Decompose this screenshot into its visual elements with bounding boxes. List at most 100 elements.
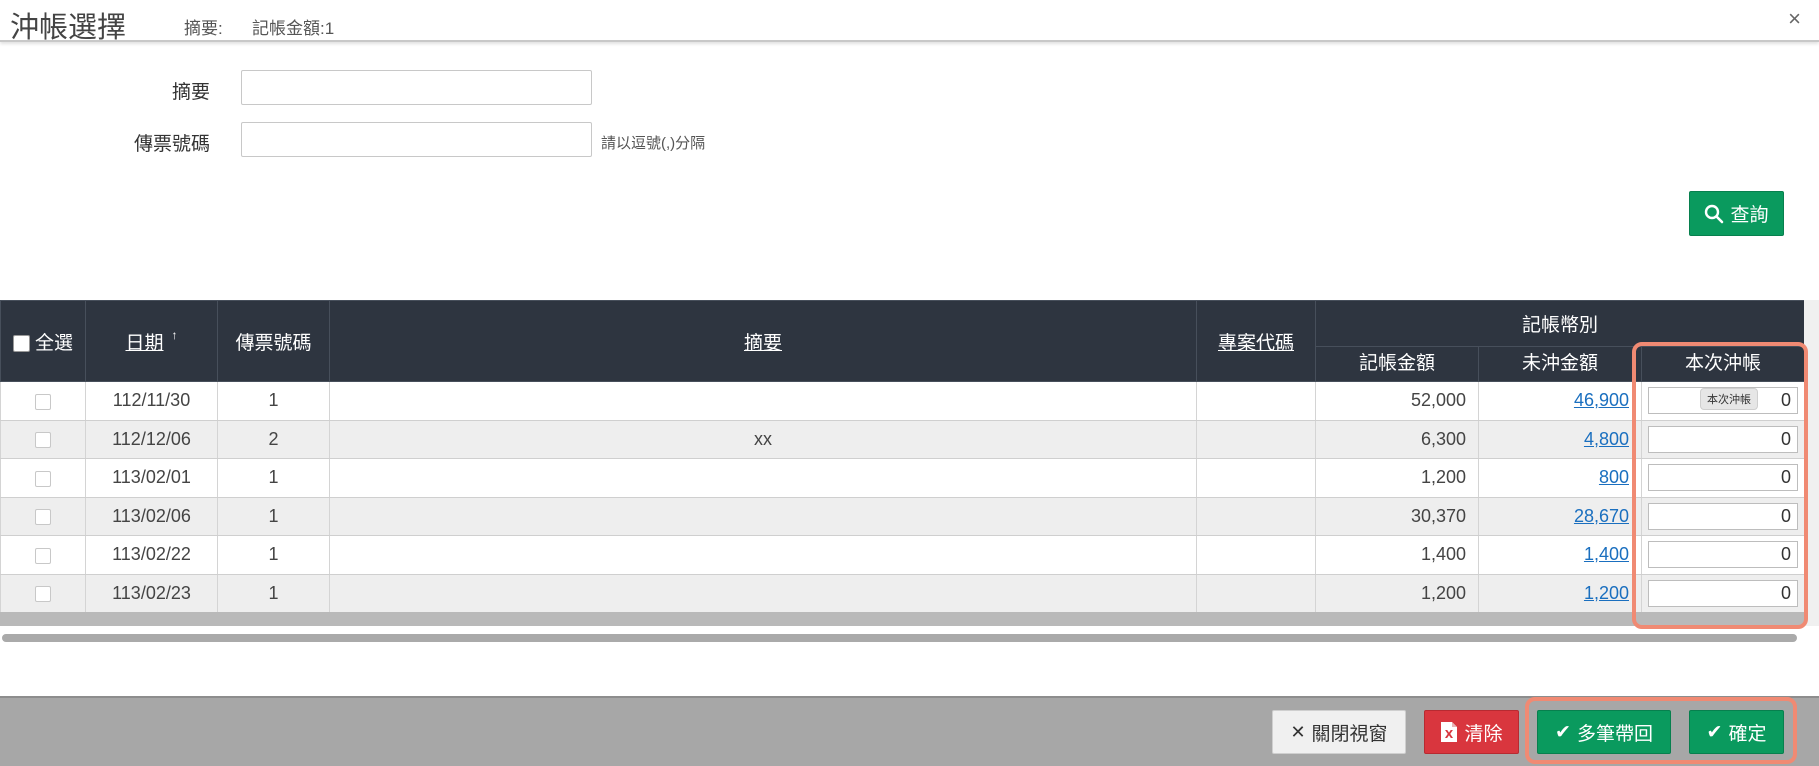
row-checkbox[interactable]: [35, 586, 51, 602]
header-summary-label: 摘要:: [184, 19, 223, 38]
svg-text:X: X: [1445, 728, 1454, 741]
row-offset-input[interactable]: [1648, 579, 1798, 607]
row-checkbox[interactable]: [35, 432, 51, 448]
row-booked: 1,200: [1315, 458, 1479, 498]
row-offset-input[interactable]: [1648, 541, 1798, 569]
close-icon[interactable]: ×: [1788, 6, 1801, 32]
date-header[interactable]: 日期 ↑: [85, 300, 218, 382]
table-bottom-bar: [0, 612, 1804, 626]
row-checkbox-cell[interactable]: [0, 381, 86, 421]
row-checkbox-cell[interactable]: [0, 535, 86, 575]
booked-amount-header: 記帳金額: [1315, 346, 1479, 382]
multi-return-label: 多筆帶回: [1576, 723, 1653, 745]
vertical-scrollbar[interactable]: [1804, 300, 1819, 626]
row-voucher: 1: [217, 458, 330, 498]
row-outstanding-link[interactable]: 28,670: [1574, 506, 1629, 526]
row-project: [1196, 419, 1316, 459]
row-voucher: 1: [217, 496, 330, 536]
row-date: 113/02/23: [85, 573, 218, 613]
row-summary: [329, 381, 1197, 421]
row-project: [1196, 535, 1316, 575]
table-row: 112/11/30 1 52,000 46,900: [0, 381, 1805, 421]
row-project: [1196, 381, 1316, 421]
row-summary: [329, 458, 1197, 498]
row-project: [1196, 458, 1316, 498]
row-outstanding-cell: 1,400: [1478, 535, 1642, 575]
offset-tooltip: 本次沖帳: [1700, 388, 1758, 410]
row-summary: xx: [329, 419, 1197, 459]
row-outstanding-link[interactable]: 1,400: [1584, 544, 1629, 564]
voucher-hint: 請以逗號(,)分隔: [601, 135, 706, 152]
summary-label: 摘要: [171, 82, 210, 103]
row-date: 112/12/06: [85, 419, 218, 459]
row-offset-input[interactable]: [1648, 502, 1798, 530]
row-checkbox-cell[interactable]: [0, 458, 86, 498]
row-offset-input[interactable]: [1648, 425, 1798, 453]
row-offset-cell: [1641, 419, 1805, 459]
excel-file-icon: X: [1441, 722, 1458, 742]
outstanding-amount-header: 未沖金額: [1478, 346, 1642, 382]
row-outstanding-cell: 46,900: [1478, 381, 1642, 421]
header-booked-amount: 記帳金額:1: [252, 19, 335, 38]
select-all-header[interactable]: 全選: [0, 300, 86, 382]
row-date: 113/02/06: [85, 496, 218, 536]
dialog-title: 沖帳選擇: [10, 12, 127, 44]
row-outstanding-link[interactable]: 800: [1599, 467, 1629, 487]
project-code-header[interactable]: 專案代碼: [1196, 300, 1316, 382]
row-offset-cell: [1641, 458, 1805, 498]
table-row: 113/02/06 1 30,370 28,670: [0, 496, 1805, 536]
row-checkbox[interactable]: [35, 547, 51, 564]
row-outstanding-cell: 28,670: [1478, 496, 1642, 536]
row-date: 112/11/30: [85, 381, 218, 421]
table-row: 113/02/22 1 1,400 1,400: [0, 535, 1805, 575]
this-offset-header: 本次沖帳: [1641, 346, 1805, 382]
row-outstanding-link[interactable]: 46,900: [1574, 390, 1629, 410]
row-summary: [329, 535, 1197, 575]
summary-header-label: 摘要: [743, 332, 782, 354]
row-checkbox[interactable]: [35, 393, 51, 410]
row-offset-cell: [1641, 496, 1805, 536]
close-window-button[interactable]: ✕ 關閉視窗: [1272, 710, 1406, 754]
row-offset-cell: [1641, 535, 1805, 575]
row-offset-cell: [1641, 573, 1805, 613]
row-date: 113/02/01: [85, 458, 218, 498]
row-offset-input[interactable]: [1648, 464, 1798, 492]
summary-input[interactable]: [241, 70, 592, 105]
row-outstanding-cell: 800: [1478, 458, 1642, 498]
row-outstanding-cell: 1,200: [1478, 573, 1642, 613]
row-checkbox[interactable]: [35, 470, 51, 487]
check-icon: ✔: [1555, 721, 1571, 743]
row-checkbox-cell[interactable]: [0, 496, 86, 536]
row-summary: [329, 496, 1197, 536]
confirm-button[interactable]: ✔ 確定: [1689, 710, 1784, 754]
clear-label: 清除: [1464, 723, 1503, 745]
row-outstanding-link[interactable]: 1,200: [1584, 583, 1629, 603]
select-all-label: 全選: [34, 332, 73, 354]
row-voucher: 1: [217, 381, 330, 421]
summary-header[interactable]: 摘要: [329, 300, 1197, 382]
close-window-label: 關閉視窗: [1311, 723, 1388, 745]
voucher-label: 傳票號碼: [133, 134, 210, 155]
currency-group-header: 記帳幣別: [1315, 300, 1805, 347]
query-button-label: 查詢: [1730, 205, 1769, 226]
multi-return-button[interactable]: ✔ 多筆帶回: [1537, 710, 1671, 754]
query-button[interactable]: 查詢: [1689, 191, 1784, 236]
row-summary: [329, 573, 1197, 613]
row-voucher: 2: [217, 419, 330, 459]
select-all-checkbox[interactable]: [12, 334, 30, 352]
row-date: 113/02/22: [85, 535, 218, 575]
row-checkbox-cell[interactable]: [0, 573, 86, 613]
table-row: 113/02/23 1 1,200 1,200: [0, 573, 1805, 613]
clear-button[interactable]: X 清除: [1424, 710, 1519, 754]
voucher-input[interactable]: [241, 122, 592, 157]
row-voucher: 1: [217, 573, 330, 613]
horizontal-scrollbar[interactable]: [2, 634, 1797, 642]
table-row: 113/02/01 1 1,200 800: [0, 458, 1805, 498]
offset-table: 全選 日期 ↑ 傳票號碼 摘要 專案代碼 記帳幣別 記帳金額 未沖金額 本次沖帳 …: [0, 300, 1805, 613]
row-outstanding-link[interactable]: 4,800: [1584, 429, 1629, 449]
row-checkbox-cell[interactable]: [0, 419, 86, 459]
date-header-label: 日期: [125, 332, 164, 354]
row-booked: 30,370: [1315, 496, 1479, 536]
row-booked: 1,200: [1315, 573, 1479, 613]
row-checkbox[interactable]: [35, 509, 51, 525]
